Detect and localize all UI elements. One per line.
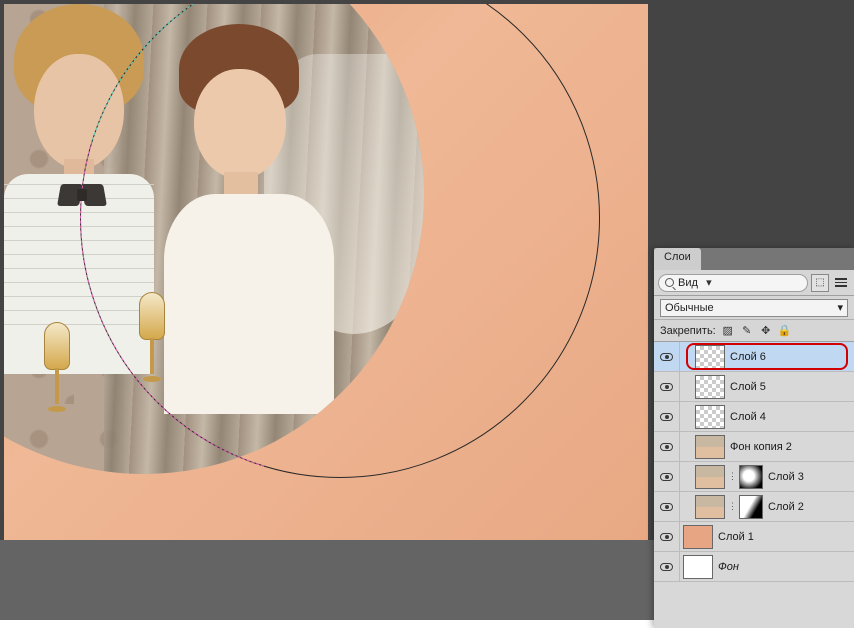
photo-vignette [4,4,424,474]
lock-row: Закрепить: ▨ ✎ ✥ 🔒 [654,320,854,342]
layers-list: Слой 6 Слой 5 Слой 4 Фон копия 2 ⋮ Слой 3 ⋮ Сло… [654,342,854,628]
eye-icon [660,533,673,541]
layer-thumbnail[interactable] [683,525,713,549]
layer-row[interactable]: ⋮ Слой 2 [654,492,854,522]
blend-mode-select[interactable]: Обычные ▾ [660,299,848,317]
layer-thumbnail[interactable] [695,435,725,459]
layer-row[interactable]: Фон [654,552,854,582]
panel-filter-bar: Вид ▾ ⬚ [654,270,854,296]
mask-link-icon[interactable]: ⋮ [728,471,736,482]
panel-menu-button[interactable] [832,274,850,292]
champagne-glass-icon [139,292,165,382]
eye-icon [660,503,673,511]
layers-panel: Слои Вид ▾ ⬚ Обычные ▾ Закрепить: ▨ ✎ ✥ … [654,248,854,628]
champagne-glass-icon [44,322,70,412]
chevron-down-icon: ▾ [837,301,843,314]
layer-row[interactable]: Слой 5 [654,372,854,402]
lock-position-icon[interactable]: ✥ [759,324,773,338]
visibility-toggle[interactable] [654,522,680,551]
lock-paint-icon[interactable]: ✎ [740,324,754,338]
layer-indent [680,432,692,461]
layer-mask-thumbnail[interactable] [739,465,763,489]
visibility-toggle[interactable] [654,342,680,371]
visibility-toggle[interactable] [654,432,680,461]
layer-name-label[interactable]: Фон [716,561,739,573]
layer-name-label[interactable]: Слой 4 [728,411,766,423]
chevron-down-icon: ▾ [702,274,716,292]
search-icon [665,278,674,287]
layer-indent [680,342,692,371]
visibility-toggle[interactable] [654,492,680,521]
layer-filter-select[interactable]: Вид ▾ [658,274,808,292]
visibility-toggle[interactable] [654,462,680,491]
layer-name-label[interactable]: Слой 1 [716,531,754,543]
canvas[interactable] [4,4,648,544]
layer-thumbnail[interactable] [695,495,725,519]
eye-icon [660,353,673,361]
layer-name-label[interactable]: Слой 5 [728,381,766,393]
layer-row[interactable]: Фон копия 2 [654,432,854,462]
tab-layers[interactable]: Слои [654,248,701,270]
visibility-toggle[interactable] [654,402,680,431]
eye-icon [660,413,673,421]
lock-transparency-icon[interactable]: ▨ [721,324,735,338]
layer-mask-thumbnail[interactable] [739,495,763,519]
filter-label: Вид [678,277,698,289]
eye-icon [660,383,673,391]
eye-icon [660,443,673,451]
layer-name-label[interactable]: Фон копия 2 [728,441,792,453]
layer-indent [680,372,692,401]
canvas-area [0,0,654,620]
lock-all-icon[interactable]: 🔒 [778,324,792,338]
layer-name-label[interactable]: Слой 2 [766,501,804,513]
workspace: Слои Вид ▾ ⬚ Обычные ▾ Закрепить: ▨ ✎ ✥ … [0,0,854,620]
layer-thumbnail[interactable] [695,375,725,399]
layer-indent [680,462,692,491]
layer-name-label[interactable]: Слой 6 [728,351,766,363]
layer-thumbnail[interactable] [695,465,725,489]
layer-indent [680,492,692,521]
layer-indent [680,402,692,431]
bowtie-icon [59,184,105,206]
blend-mode-row: Обычные ▾ [654,296,854,320]
eye-icon [660,563,673,571]
layer-name-label[interactable]: Слой 3 [766,471,804,483]
blend-mode-value: Обычные [665,302,714,314]
eye-icon [660,473,673,481]
visibility-toggle[interactable] [654,552,680,581]
mask-link-icon[interactable]: ⋮ [728,501,736,512]
layer-row[interactable]: Слой 6 [654,342,854,372]
filter-toggle-button[interactable]: ⬚ [811,274,829,292]
layer-row[interactable]: Слой 4 [654,402,854,432]
layer-thumbnail[interactable] [695,345,725,369]
lock-label: Закрепить: [660,325,716,337]
layer-thumbnail[interactable] [683,555,713,579]
layer-row[interactable]: Слой 1 [654,522,854,552]
visibility-toggle[interactable] [654,372,680,401]
layer-row[interactable]: ⋮ Слой 3 [654,462,854,492]
panel-tab-bar: Слои [654,248,854,270]
layer-thumbnail[interactable] [695,405,725,429]
canvas-pasteboard [0,540,654,620]
